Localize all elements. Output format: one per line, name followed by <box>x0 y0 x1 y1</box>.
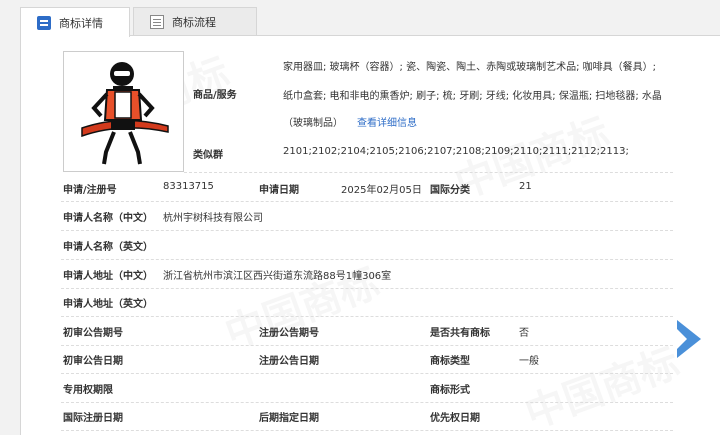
divider <box>61 430 673 431</box>
trademark-image <box>63 51 184 172</box>
reg-pub-no-label: 注册公告期号 <box>259 328 319 339</box>
mark-type-value: 一般 <box>519 356 539 367</box>
applicant-en-label: 申请人名称（英文） <box>63 242 153 253</box>
goods-line: （玻璃制品） <box>283 118 343 129</box>
goods-line: 纸巾盒套; 电和非电的熏香炉; 刷子; 梳; 牙刷; 牙线; 化妆用具; 保温瓶… <box>283 91 662 102</box>
prelim-pub-date-label: 初审公告日期 <box>63 356 123 367</box>
reg-no-label: 申请/注册号 <box>63 185 117 196</box>
applicant-cn-label: 申请人名称（中文） <box>63 213 153 224</box>
document-list-icon <box>37 15 51 30</box>
tab-label: 商标详情 <box>59 16 103 30</box>
app-date-label: 申请日期 <box>259 185 299 196</box>
goods-label: 商品/服务 <box>193 90 237 101</box>
divider <box>61 288 673 289</box>
later-designation-label: 后期指定日期 <box>259 413 319 424</box>
goods-line-last: （玻璃制品） 查看详细信息 <box>283 114 673 129</box>
address-cn-value: 浙江省杭州市滨江区西兴街道东流路88号1幢306室 <box>163 271 392 282</box>
divider <box>61 230 673 231</box>
reg-pub-date-label: 注册公告日期 <box>259 356 319 367</box>
address-en-label: 申请人地址（英文） <box>63 299 153 310</box>
divider <box>61 259 673 260</box>
app-date-value: 2025年02月05日 <box>341 185 422 196</box>
mark-form-label: 商标形式 <box>430 385 470 396</box>
exclusive-period-label: 专用权期限 <box>63 385 113 396</box>
next-arrow-icon[interactable] <box>677 320 701 358</box>
address-cn-label: 申请人地址（中文） <box>63 271 153 282</box>
divider <box>61 316 673 317</box>
divider <box>61 345 673 346</box>
view-details-link[interactable]: 查看详细信息 <box>357 118 417 129</box>
divider <box>61 402 673 403</box>
details-panel: 中国商标 中国商标 中国商标 中国商标 商品/服务 家用器皿; 玻璃杯（容器）;… <box>20 35 720 435</box>
similar-group-value: 2101;2102;2104;2105;2106;2107;2108;2109;… <box>283 146 629 157</box>
tab-label: 商标流程 <box>172 16 216 29</box>
similar-group-label: 类似群 <box>193 150 223 161</box>
intl-class-value: 21 <box>519 181 532 192</box>
reg-no-value: 83313715 <box>163 181 214 192</box>
priority-date-label: 优先权日期 <box>430 413 480 424</box>
robot-logo <box>81 62 169 165</box>
flow-chart-icon <box>150 15 164 29</box>
watermark-text: 中国商标 <box>518 338 686 435</box>
mark-type-label: 商标类型 <box>430 356 470 367</box>
goods-line: 家用器皿; 玻璃杯（容器）; 瓷、陶瓷、陶土、赤陶或玻璃制艺术品; 咖啡具（餐具… <box>283 62 657 73</box>
divider <box>184 172 673 173</box>
divider <box>61 201 673 202</box>
prelim-pub-no-label: 初审公告期号 <box>63 328 123 339</box>
tab-trademark-details[interactable]: 商标详情 <box>20 7 130 37</box>
tab-trademark-process[interactable]: 商标流程 <box>133 7 257 36</box>
divider <box>61 373 673 374</box>
tab-bar: 商标详情 商标流程 <box>0 0 720 37</box>
applicant-cn-value: 杭州宇树科技有限公司 <box>163 213 263 224</box>
shared-mark-label: 是否共有商标 <box>430 328 490 339</box>
shared-mark-value: 否 <box>519 328 529 339</box>
intl-class-label: 国际分类 <box>430 185 470 196</box>
intl-reg-date-label: 国际注册日期 <box>63 413 123 424</box>
